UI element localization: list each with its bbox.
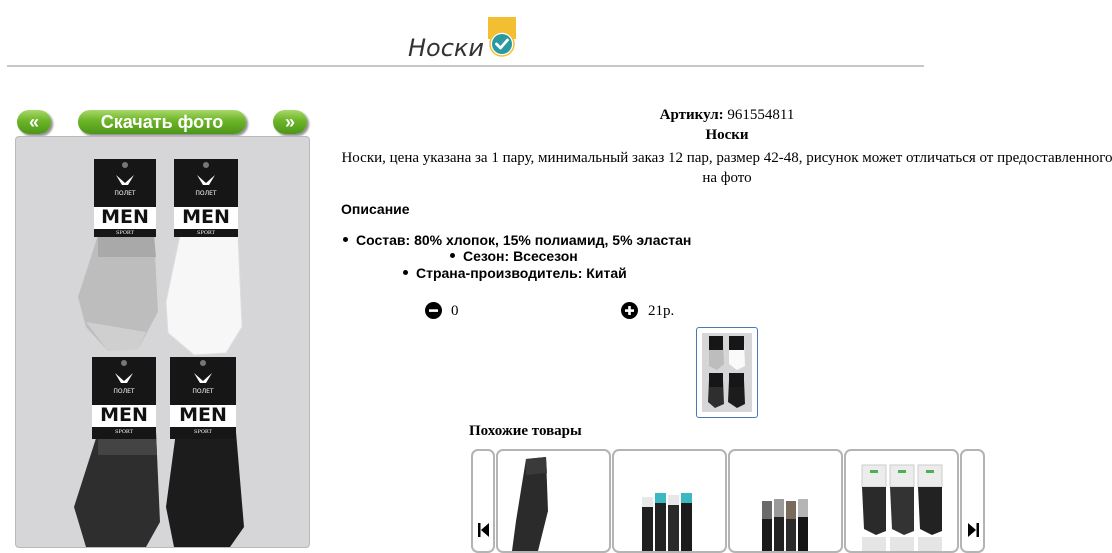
socks-photo-illustration: ПОЛЕТ ПОЛЕТ ПОЛЕТ ПОЛЕТ MEN MEN MEN MEN … (74, 159, 244, 547)
pack-label-4: MEN (179, 404, 227, 426)
similar-product-image (861, 464, 943, 551)
skip-back-icon (478, 523, 489, 537)
pack-label-2: MEN (182, 206, 230, 228)
similar-product-card[interactable] (844, 449, 959, 553)
pack-label-3: MEN (100, 404, 148, 426)
pack-sub-3: SPORT (115, 429, 134, 435)
similar-products-heading: Похожие товары (469, 423, 582, 439)
price-value: 21р. (648, 303, 675, 319)
similar-product-image (762, 499, 808, 551)
similar-product-image (512, 457, 548, 551)
description-heading: Описание (341, 201, 410, 217)
photo-thumbnail[interactable] (696, 327, 758, 418)
feature-text: Сезон: Всесезон (463, 248, 578, 264)
similar-product-card[interactable] (728, 449, 843, 553)
minus-icon[interactable] (425, 302, 442, 319)
similar-next-button[interactable] (960, 449, 985, 553)
article-value: 961554811 (727, 107, 795, 123)
download-photo-button[interactable]: Скачать фото (78, 110, 246, 134)
prev-photo-button[interactable]: « (17, 110, 51, 134)
pack-brand-1: ПОЛЕТ (114, 190, 136, 197)
pack-brand-3: ПОЛЕТ (113, 388, 135, 395)
article-line: Артикул: 961554811 (540, 107, 914, 124)
feature-item: Страна-производитель: Китай (403, 265, 627, 281)
pack-sub-1: SPORT (116, 230, 135, 236)
similar-product-card[interactable] (612, 449, 727, 553)
page-title: Носки (408, 34, 485, 62)
similar-prev-button[interactable] (471, 449, 495, 553)
header-divider (7, 65, 924, 67)
similar-product-image (642, 493, 692, 551)
pack-brand-4: ПОЛЕТ (192, 388, 214, 395)
product-description: Носки, цена указана за 1 пару, минимальн… (341, 150, 1112, 186)
next-photo-button[interactable]: » (273, 110, 307, 134)
similar-product-card[interactable] (496, 449, 611, 553)
thumbnail-illustration (702, 333, 752, 412)
pack-sub-2: SPORT (197, 230, 216, 236)
skip-forward-icon (968, 523, 979, 537)
product-name: Носки (705, 127, 749, 143)
quantity-value: 0 (451, 303, 459, 319)
main-product-photo[interactable]: ПОЛЕТ ПОЛЕТ ПОЛЕТ ПОЛЕТ MEN MEN MEN MEN … (15, 136, 310, 548)
plus-icon[interactable] (621, 302, 638, 319)
feature-text: Страна-производитель: Китай (416, 265, 627, 281)
pack-brand-2: ПОЛЕТ (195, 190, 217, 197)
pack-sub-4: SPORT (194, 429, 213, 435)
feature-item: Состав: 80% хлопок, 15% полиамид, 5% эла… (343, 232, 691, 248)
check-badge-icon (488, 17, 516, 57)
feature-text: Состав: 80% хлопок, 15% полиамид, 5% эла… (356, 232, 692, 248)
pack-label-1: MEN (101, 206, 149, 228)
feature-item: Сезон: Всесезон (450, 248, 578, 264)
article-label: Артикул: (659, 107, 724, 123)
